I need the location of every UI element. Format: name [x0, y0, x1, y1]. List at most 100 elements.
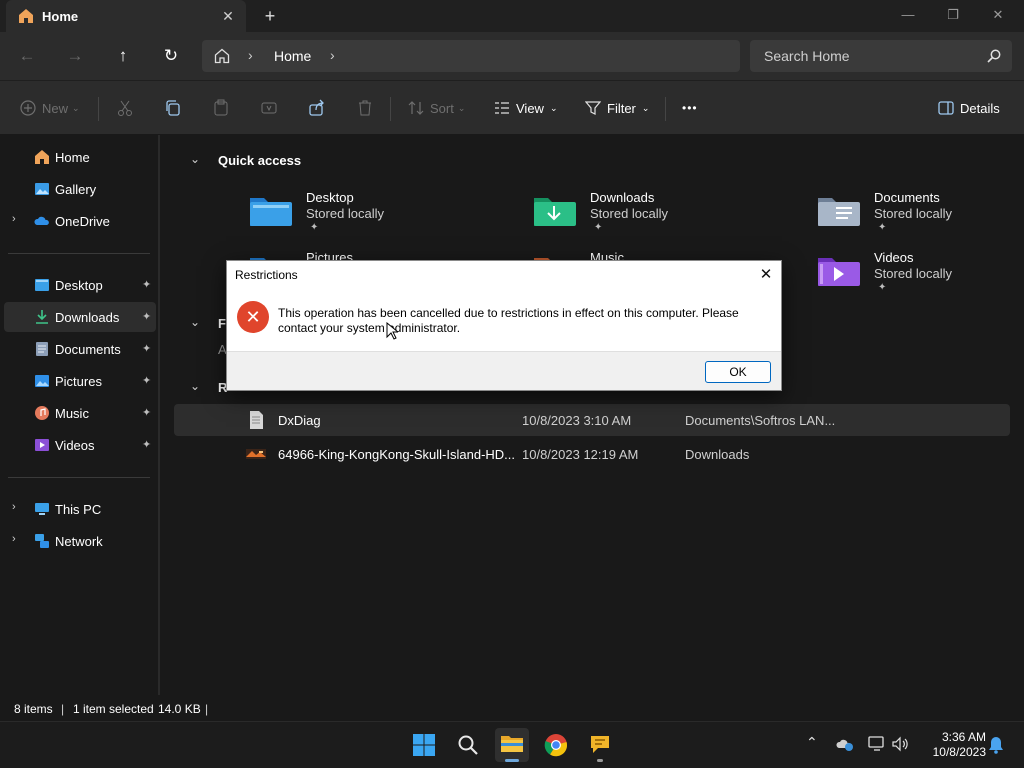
folder-status: Stored locally — [590, 206, 669, 221]
clock[interactable]: 3:36 AM 10/8/2023 — [920, 730, 986, 760]
address-bar[interactable]: › Home › — [202, 40, 740, 72]
sidebar-item-label: Downloads — [55, 310, 120, 325]
favorites-heading[interactable]: F — [218, 316, 226, 331]
sidebar-item-documents[interactable]: Documents ✦ — [4, 334, 156, 364]
sidebar-item-home[interactable]: Home — [4, 142, 156, 172]
downloads-folder-icon — [36, 310, 48, 324]
downloads-folder-icon — [534, 198, 576, 226]
recent-file-row[interactable]: 64966-King-KongKong-Skull-Island-HD... 1… — [174, 438, 1010, 470]
details-label: Details — [960, 100, 1000, 116]
sort-icon — [408, 101, 424, 115]
pin-icon: ✦ — [878, 222, 887, 233]
more-options-button[interactable]: ••• — [682, 97, 698, 119]
expand-chevron-icon[interactable]: › — [12, 533, 16, 545]
tab-home[interactable]: Home ✕ — [6, 0, 246, 32]
volume-icon[interactable] — [892, 736, 910, 752]
breadcrumb-home[interactable]: Home — [274, 48, 311, 64]
sidebar-item-this-pc[interactable]: › This PC — [4, 494, 156, 524]
copy-icon[interactable] — [164, 99, 182, 117]
clock-date: 10/8/2023 — [932, 745, 986, 759]
quick-access-videos[interactable]: Videos Stored locally ✦ — [816, 248, 1024, 300]
text-file-icon — [250, 411, 263, 429]
close-window-button[interactable]: ✕ — [983, 4, 1013, 26]
chat-app-taskbar-button[interactable] — [583, 728, 617, 762]
new-button[interactable]: New ⌄ — [20, 97, 80, 119]
clock-time: 3:36 AM — [941, 730, 986, 744]
dialog-message: This operation has been cancelled due to… — [278, 306, 739, 335]
back-button[interactable]: ← — [15, 44, 39, 68]
file-explorer-taskbar-button[interactable] — [495, 728, 529, 762]
onedrive-tray-icon[interactable] — [836, 736, 854, 752]
cut-icon[interactable] — [116, 99, 134, 117]
minimize-button[interactable]: — — [893, 4, 923, 26]
ok-button[interactable]: OK — [705, 361, 771, 383]
paste-icon[interactable] — [212, 99, 230, 117]
share-icon[interactable] — [308, 99, 326, 117]
pin-icon: ✦ — [142, 375, 152, 387]
sidebar-item-label: Videos — [55, 438, 95, 453]
quick-access-desktop[interactable]: Desktop Stored locally ✦ — [248, 188, 498, 240]
sidebar-item-music[interactable]: Music ✦ — [4, 398, 156, 428]
network-tray-icon[interactable] — [868, 736, 886, 752]
sort-button[interactable]: Sort ⌄ — [408, 97, 465, 119]
dialog-close-button[interactable]: ✕ — [755, 265, 777, 285]
videos-folder-icon — [35, 439, 49, 451]
collapse-chevron-icon[interactable]: ⌄ — [190, 379, 200, 393]
command-bar: New ⌄ Sort ⌄ View ⌄ Filter ⌄ ••• Details — [0, 80, 1024, 134]
pin-icon: ✦ — [142, 407, 152, 419]
filter-button[interactable]: Filter ⌄ — [585, 97, 649, 119]
quick-access-heading[interactable]: Quick access — [218, 153, 301, 168]
collapse-chevron-icon[interactable]: ⌄ — [190, 315, 200, 329]
sidebar-item-network[interactable]: › Network — [4, 526, 156, 556]
details-button[interactable]: Details — [938, 97, 1000, 119]
tab-close-button[interactable]: ✕ — [218, 6, 238, 26]
new-label: New — [42, 100, 69, 116]
chrome-taskbar-button[interactable] — [539, 728, 573, 762]
delete-icon[interactable] — [356, 99, 374, 117]
desktop-folder-icon — [250, 198, 292, 226]
collapse-chevron-icon[interactable]: ⌄ — [190, 152, 200, 166]
error-icon: ✕ — [237, 301, 269, 333]
view-label: View — [516, 100, 544, 116]
breadcrumb-separator[interactable]: › — [330, 47, 335, 63]
sidebar-divider — [8, 253, 150, 254]
sidebar-item-videos[interactable]: Videos ✦ — [4, 430, 156, 460]
expand-chevron-icon[interactable]: › — [12, 213, 16, 225]
sidebar-item-onedrive[interactable]: › OneDrive — [4, 206, 156, 236]
divider — [98, 97, 99, 121]
up-button[interactable]: ↑ — [111, 44, 135, 68]
sidebar-item-label: Network — [55, 534, 103, 549]
sidebar-item-downloads[interactable]: Downloads ✦ — [4, 302, 156, 332]
dialog-body: ✕ This operation has been cancelled due … — [227, 291, 781, 351]
sidebar-item-pictures[interactable]: Pictures ✦ — [4, 366, 156, 396]
active-indicator — [505, 759, 519, 762]
view-button[interactable]: View ⌄ — [494, 97, 558, 119]
pane-splitter[interactable] — [158, 135, 160, 695]
sidebar-item-label: Home — [55, 150, 90, 165]
pin-icon: ✦ — [142, 279, 152, 291]
start-button[interactable] — [407, 728, 441, 762]
expand-chevron-icon[interactable]: › — [12, 501, 16, 513]
sidebar-item-gallery[interactable]: Gallery — [4, 174, 156, 204]
sort-label: Sort — [430, 100, 454, 116]
rename-icon[interactable] — [260, 99, 278, 117]
recent-file-row[interactable]: DxDiag 10/8/2023 3:10 AM Documents\Softr… — [174, 404, 1010, 436]
search-taskbar-button[interactable] — [451, 728, 485, 762]
quick-access-documents[interactable]: Documents Stored locally ✦ — [816, 188, 1024, 240]
status-bar: 8 items | 1 item selected 14.0 KB | — [0, 697, 1024, 721]
show-hidden-icons-button[interactable]: ⌃ — [806, 734, 818, 751]
maximize-button[interactable]: ❐ — [938, 4, 968, 26]
sidebar-item-label: Pictures — [55, 374, 102, 389]
forward-button[interactable]: → — [63, 44, 87, 68]
windows-logo-icon — [413, 734, 435, 756]
quick-access-downloads[interactable]: Downloads Stored locally ✦ — [532, 188, 782, 240]
sidebar-item-desktop[interactable]: Desktop ✦ — [4, 270, 156, 300]
refresh-button[interactable]: ↻ — [159, 44, 183, 68]
chrome-icon — [544, 734, 568, 757]
new-tab-button[interactable]: + — [258, 6, 282, 26]
desktop-folder-icon — [35, 279, 49, 291]
notification-bell-icon[interactable] — [988, 736, 1004, 754]
folder-status: Stored locally — [306, 206, 385, 221]
search-box[interactable]: Search Home — [750, 40, 1012, 72]
view-icon — [495, 102, 509, 114]
